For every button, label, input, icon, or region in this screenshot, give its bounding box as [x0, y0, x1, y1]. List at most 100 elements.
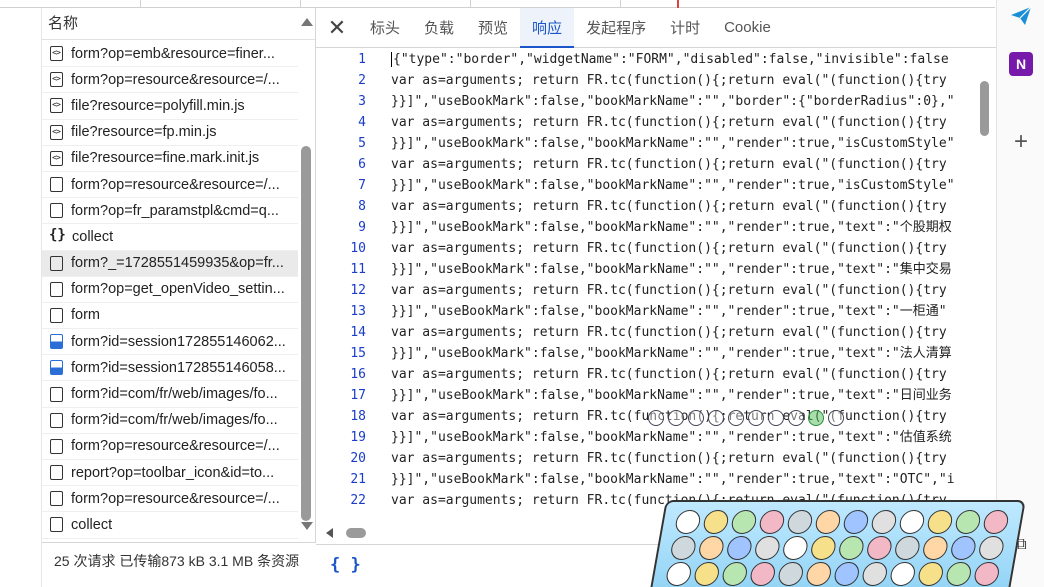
toolbar-icon[interactable] — [708, 410, 724, 426]
response-code-view[interactable]: 1 {"type":"border","widgetName":"FORM","d… — [316, 49, 996, 527]
scroll-down-arrow-icon[interactable] — [301, 522, 313, 530]
detail-tab-bar: ✕ 标头 负载 预览 响应 发起程序 计时 Cookie — [316, 8, 996, 48]
code-text-wrap: {"type":"border","widgetName":"FORM","di… — [366, 49, 971, 70]
sticker-item[interactable] — [888, 562, 917, 586]
code-text: var as=arguments; return FR.tc(function(… — [391, 325, 947, 340]
sticker-item[interactable] — [977, 536, 1006, 560]
sticker-item[interactable] — [921, 536, 950, 560]
send-icon[interactable] — [1009, 4, 1033, 28]
sticker-item[interactable] — [804, 562, 833, 586]
toolbar-icon[interactable] — [748, 410, 764, 426]
request-list-scrollbar[interactable] — [298, 8, 314, 534]
sticker-item[interactable] — [725, 536, 754, 560]
request-row[interactable]: form?op=emb&resource=finer... — [42, 41, 298, 68]
sticker-item[interactable] — [776, 562, 805, 586]
request-name: file?resource=fine.mark.init.js — [71, 150, 260, 167]
sticker-item[interactable] — [972, 562, 1001, 586]
request-row[interactable]: form?id=session172855146058... — [42, 355, 298, 382]
onenote-icon[interactable]: N — [1009, 52, 1033, 76]
request-row[interactable]: collect — [42, 512, 298, 539]
document-icon — [50, 386, 63, 402]
request-row[interactable]: form?op=fr_paramstpl&cmd=q... — [42, 198, 298, 225]
scroll-thumb[interactable] — [301, 146, 311, 521]
sticker-item[interactable] — [865, 536, 894, 560]
tab-4[interactable]: 发起程序 — [574, 8, 658, 47]
request-row[interactable]: form?op=resource&resource=/... — [42, 172, 298, 199]
request-row[interactable]: file?resource=fine.mark.init.js — [42, 146, 298, 172]
pretty-print-button[interactable]: { } — [330, 555, 361, 575]
toolbar-icon[interactable] — [828, 410, 844, 426]
request-row[interactable]: form?op=get_openVideo_settin... — [42, 277, 298, 303]
toolbar-icon[interactable] — [688, 410, 704, 426]
sticker-item[interactable] — [757, 510, 787, 534]
toolbar-icon[interactable] — [788, 410, 804, 426]
text-caret — [391, 52, 392, 67]
request-row[interactable]: form?id=session172855146062... — [42, 329, 298, 356]
code-scroll-thumb[interactable] — [980, 81, 989, 136]
sticker-item[interactable] — [869, 510, 899, 534]
sticker-item[interactable] — [748, 562, 777, 586]
sticker-item[interactable] — [673, 510, 703, 534]
sticker-item[interactable] — [753, 536, 782, 560]
request-row[interactable]: form?op=resource&resource=/... — [42, 67, 298, 94]
sticker-item[interactable] — [860, 562, 889, 586]
sticker-item[interactable] — [897, 510, 927, 534]
request-row[interactable]: report?op=toolbar_icon&id=to... — [42, 460, 298, 487]
toolbar-icon[interactable] — [668, 410, 684, 426]
request-row[interactable]: form?id=com/fr/web/images/fo... — [42, 381, 298, 408]
sticker-item[interactable] — [692, 562, 721, 586]
sticker-item[interactable] — [832, 562, 861, 586]
code-text: var as=arguments; return FR.tc(function(… — [391, 451, 947, 466]
sticker-item[interactable] — [785, 510, 815, 534]
sticker-item[interactable] — [841, 510, 871, 534]
sticker-item[interactable] — [925, 510, 955, 534]
toolbar-icon[interactable] — [768, 410, 784, 426]
sticker-item[interactable] — [781, 536, 810, 560]
request-row[interactable]: form — [42, 303, 298, 330]
request-row[interactable]: form?op=resource&resource=/... — [42, 486, 298, 513]
request-row[interactable]: form?_=1728551459935&op=fr... — [42, 250, 298, 277]
sticker-panel[interactable] — [648, 500, 1026, 587]
sticker-item[interactable] — [813, 510, 843, 534]
scroll-left-arrow-icon[interactable] — [326, 528, 333, 538]
tab-5[interactable]: 计时 — [658, 8, 712, 47]
sticker-item[interactable] — [837, 536, 866, 560]
code-hscroll-thumb[interactable] — [346, 528, 366, 538]
toolbar-icon[interactable] — [808, 410, 824, 426]
request-row[interactable]: file?resource=polyfill.min.js — [42, 93, 298, 120]
sticker-item[interactable] — [664, 562, 693, 586]
tab-1[interactable]: 负载 — [412, 8, 466, 47]
left-gutter — [0, 8, 42, 587]
request-row[interactable]: collect — [42, 224, 298, 251]
request-row[interactable]: file?resource=fp.min.js — [42, 120, 298, 146]
name-column-header[interactable]: 名称 — [42, 8, 315, 40]
line-number: 16 — [350, 367, 366, 382]
sticker-item[interactable] — [949, 536, 978, 560]
sticker-item[interactable] — [701, 510, 731, 534]
sticker-item[interactable] — [981, 510, 1011, 534]
request-row[interactable]: form?id=com/fr/web/images/fo... — [42, 408, 298, 434]
add-icon[interactable]: + — [1009, 130, 1033, 154]
sticker-item[interactable] — [953, 510, 983, 534]
sticker-item[interactable] — [944, 562, 973, 586]
request-row[interactable]: form?op=resource&resource=/... — [42, 434, 298, 460]
tab-3[interactable]: 响应 — [520, 8, 575, 48]
tab-2[interactable]: 预览 — [466, 8, 520, 47]
scroll-up-arrow-icon[interactable] — [301, 18, 313, 26]
sticker-item[interactable] — [669, 536, 698, 560]
tab-6[interactable]: Cookie — [712, 8, 783, 47]
toolbar-icon[interactable] — [728, 410, 744, 426]
sticker-item[interactable] — [729, 510, 759, 534]
close-icon[interactable]: ✕ — [316, 8, 358, 47]
sticker-item[interactable] — [697, 536, 726, 560]
sticker-item[interactable] — [720, 562, 749, 586]
sticker-item[interactable] — [809, 536, 838, 560]
request-name: collect — [71, 516, 113, 533]
tab-0[interactable]: 标头 — [358, 8, 412, 47]
line-number: 7 — [358, 178, 366, 193]
code-line: 2 var as=arguments; return FR.tc(function… — [316, 70, 996, 91]
code-vertical-scrollbar[interactable] — [978, 49, 992, 524]
sticker-item[interactable] — [893, 536, 922, 560]
sticker-item[interactable] — [916, 562, 945, 586]
toolbar-icon[interactable] — [648, 410, 664, 426]
